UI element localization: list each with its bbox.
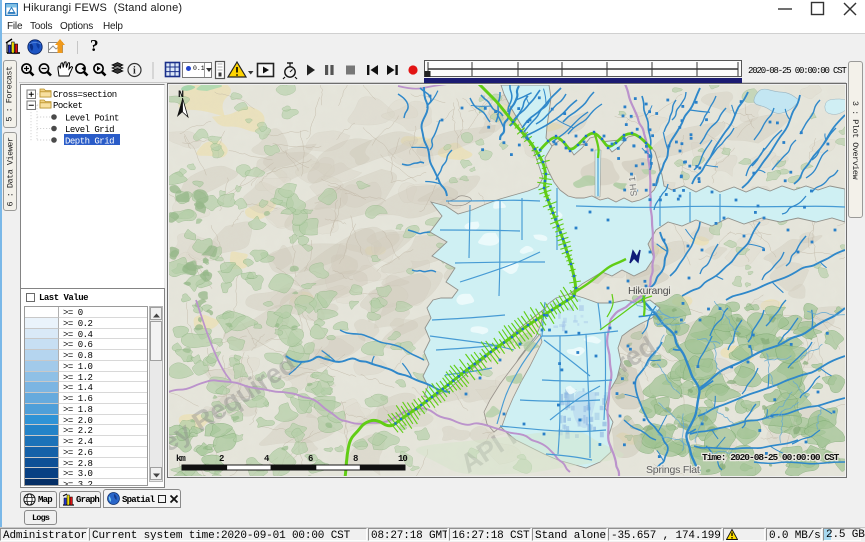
svg-text:Pocket: Pocket bbox=[53, 101, 83, 111]
svg-text:Cross=section: Cross=section bbox=[53, 90, 117, 100]
svg-text:6: 6 bbox=[308, 454, 313, 464]
svg-text:Level Grid: Level Grid bbox=[65, 125, 114, 135]
svg-text:SH 1: SH 1 bbox=[627, 176, 639, 197]
svg-text:i: i bbox=[133, 66, 136, 77]
svg-text:Depth Grid: Depth Grid bbox=[65, 137, 114, 147]
svg-text:8: 8 bbox=[353, 454, 358, 464]
svg-text:Springs Flat: Springs Flat bbox=[646, 464, 700, 476]
svg-text:10: 10 bbox=[398, 454, 407, 464]
svg-text:2: 2 bbox=[219, 454, 224, 464]
svg-text:Level Point: Level Point bbox=[65, 114, 119, 124]
svg-text:Time: 2020-08-25 00:00:00 CST: Time: 2020-08-25 00:00:00 CST bbox=[702, 452, 840, 463]
svg-text:Hikurangi: Hikurangi bbox=[628, 285, 671, 297]
